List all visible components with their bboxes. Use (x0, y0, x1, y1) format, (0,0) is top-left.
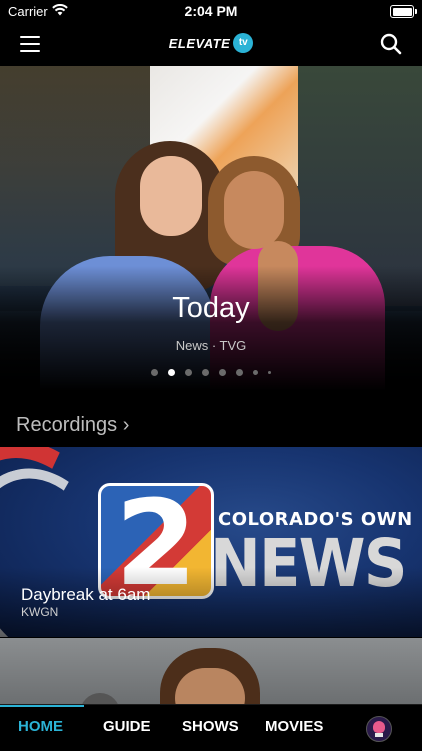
page-dot[interactable] (151, 369, 158, 377)
tab-bar: HOME GUIDE SHOWS MOVIES (0, 704, 422, 751)
tab-guide[interactable]: GUIDE (103, 718, 151, 735)
hero-title: Today (172, 292, 250, 324)
recording-card[interactable]: 2 COLORADO'S OWN NEWS Daybreak at 6am KW… (0, 447, 422, 637)
search-icon[interactable] (380, 33, 402, 55)
logo-badge: tv (233, 33, 254, 53)
tab-shows[interactable]: SHOWS (182, 718, 239, 735)
status-bar: Carrier 2:04 PM (0, 0, 422, 22)
recording-channel: KWGN (21, 605, 59, 619)
hero-meta: News · TVG (175, 338, 247, 353)
recordings-heading[interactable]: Recordings › (16, 414, 129, 437)
avatar-graphic-jaw (375, 733, 383, 737)
tab-home[interactable]: HOME (18, 718, 63, 735)
recording-card[interactable] (0, 638, 422, 708)
hero-carousel[interactable]: Today News · TVG (0, 66, 422, 391)
avatar-graphic (373, 721, 385, 733)
active-tab-indicator (0, 705, 84, 707)
page-dot[interactable] (202, 369, 209, 377)
page-indicator[interactable] (0, 364, 422, 382)
host-left-face (140, 156, 202, 236)
logo-text: ELEVATE (168, 35, 231, 51)
page-dot[interactable] (219, 369, 226, 377)
recording-title: Daybreak at 6am (21, 585, 151, 604)
app-logo: ELEVATE tv (0, 33, 422, 53)
top-nav: ELEVATE tv (0, 22, 422, 66)
avatar[interactable] (366, 716, 392, 742)
page-dot[interactable] (185, 369, 192, 377)
tab-movies[interactable]: MOVIES (265, 718, 323, 735)
host-right-face (224, 171, 284, 249)
page-dot[interactable] (253, 370, 258, 376)
page-dot[interactable] (236, 369, 243, 377)
page-dot[interactable] (168, 369, 175, 377)
clock: 2:04 PM (184, 3, 238, 19)
page-dot[interactable] (268, 371, 271, 375)
battery-icon (390, 5, 417, 18)
